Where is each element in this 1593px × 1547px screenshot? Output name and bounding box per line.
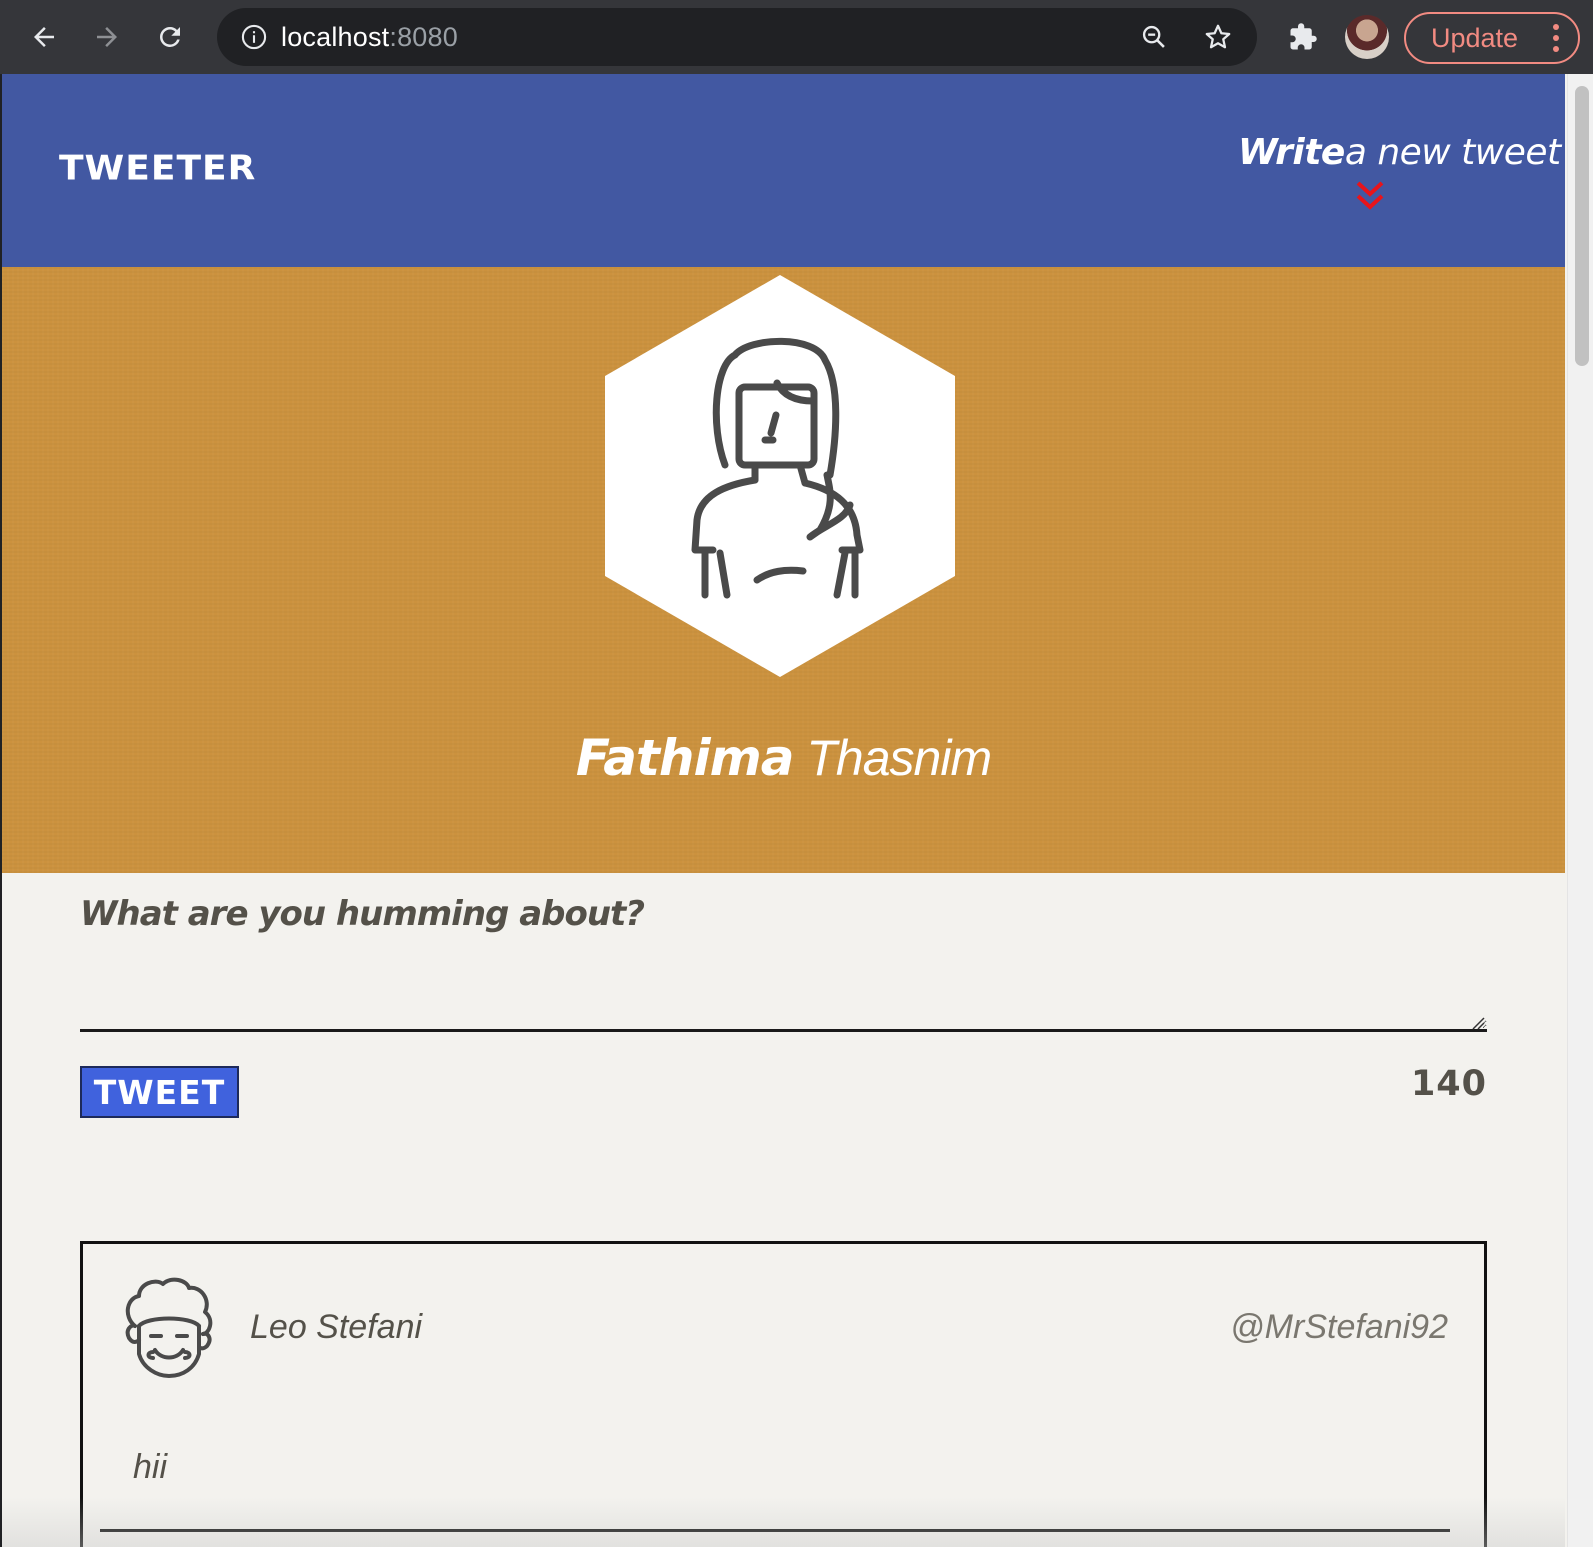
extensions-puzzle-icon[interactable] [1286,20,1320,54]
zoom-out-icon[interactable] [1137,20,1171,54]
character-counter: 140 [1410,1064,1487,1104]
composer-label: What are you humming about? [80,894,645,934]
brand-logo: TWEETER [59,149,257,188]
tweet-author-avatar [125,1277,213,1378]
tweet-textarea[interactable] [80,964,1487,1032]
bookmark-star-icon[interactable] [1201,20,1235,54]
resize-handle-icon[interactable] [1471,1016,1485,1030]
double-chevron-down-icon [1356,181,1384,210]
more-menu-icon[interactable] [1552,24,1560,54]
forward-arrow-icon [97,27,117,47]
back-button[interactable] [21,14,67,60]
tweet-body: hii [133,1448,168,1486]
address-bar[interactable]: localhost:8080 [217,8,1257,66]
tweet-author-name: Leo Stefani [250,1308,423,1346]
scrollbar-thumb[interactable] [1575,86,1589,366]
tweet-composer: What are you humming about? TWEET 140 [80,894,1487,1118]
write-new-tweet-toggle[interactable]: Writea new tweet [1238,132,1561,222]
profile-last-name: Thasnim [793,730,992,786]
page-viewport: TWEETER Writea new tweet Fathima Thasnim… [2,74,1593,1547]
browser-toolbar: localhost:8080 Update [0,0,1593,74]
update-label: Update [1431,22,1519,53]
reload-icon [160,26,180,47]
user-avatar-hexagon [605,275,955,677]
profile-banner: Fathima Thasnim [2,267,1565,873]
write-new-tweet-label: Writea new tweet [1238,132,1561,173]
update-button[interactable]: Update [1404,12,1580,64]
compose-rest-text: a new tweet [1344,132,1561,173]
profile-name: Fathima Thasnim [2,729,1565,787]
compose-bold-text: Write [1238,132,1345,173]
reload-button[interactable] [147,14,193,60]
top-navigation: TWEETER Writea new tweet [2,74,1565,267]
profile-avatar[interactable] [1345,15,1389,59]
back-arrow-icon [34,27,54,47]
url-port: :8080 [389,21,458,52]
page-bottom-shade [2,1497,1565,1547]
forward-button[interactable] [84,14,130,60]
url-text: localhost:8080 [281,22,458,53]
tweet-submit-button[interactable]: TWEET [80,1066,239,1118]
tweet-author-handle: @MrStefani92 [1230,1308,1448,1346]
page-scrollbar[interactable] [1567,74,1593,1547]
info-icon[interactable] [237,20,271,54]
profile-first-name: Fathima [575,729,795,787]
url-host: localhost [281,21,390,52]
